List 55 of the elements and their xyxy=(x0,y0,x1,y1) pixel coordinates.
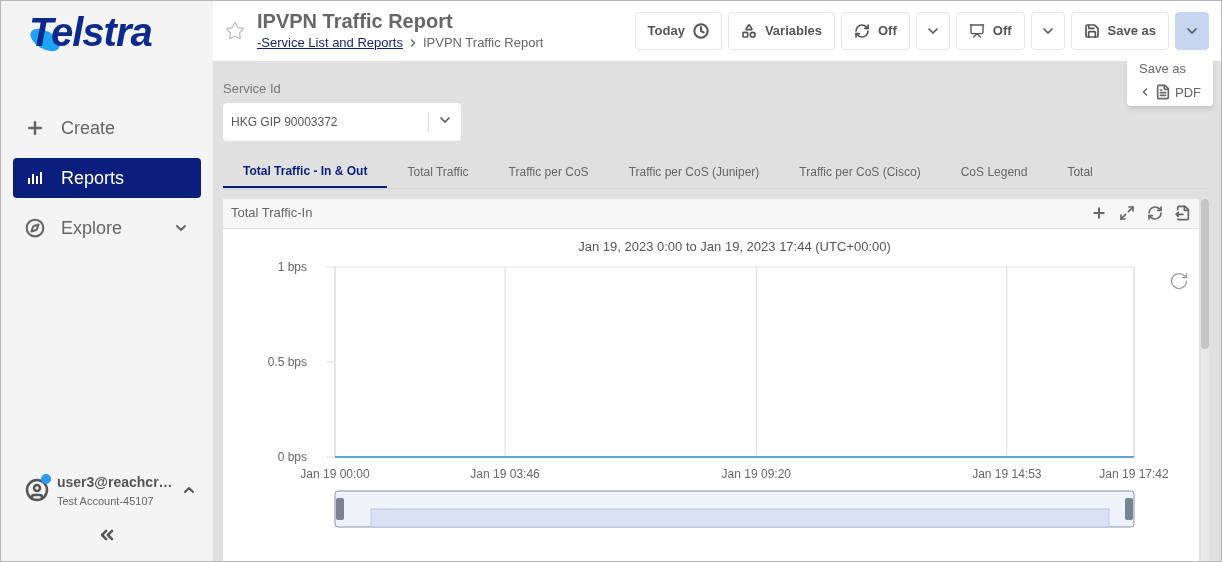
plus-icon xyxy=(25,118,45,138)
dropdown-button[interactable] xyxy=(1175,12,1209,50)
x-tick-label: Jan 19 03:46 xyxy=(470,466,540,481)
toolbar-button[interactable]: Off xyxy=(955,12,1025,50)
tab[interactable]: Traffic per CoS (Cisco) xyxy=(779,156,941,188)
page-title: IPVPN Traffic Report xyxy=(257,9,454,34)
nav-item[interactable]: Create xyxy=(13,108,201,148)
panel-title: Total Traffic-In xyxy=(231,204,314,223)
menu-item[interactable]: PDF xyxy=(1139,82,1201,102)
field-label: Service Id xyxy=(223,80,281,98)
tab[interactable]: Traffic per CoS (Juniper) xyxy=(608,156,780,188)
user-name: user3@reachcr… xyxy=(57,472,173,492)
toolbar-button[interactable]: Variables xyxy=(727,12,835,50)
add-icon[interactable] xyxy=(1091,205,1107,221)
breadcrumb-current: IPVPN Traffic Report xyxy=(422,34,544,53)
x-tick-label: Jan 19 00:00 xyxy=(300,466,370,481)
nav-item[interactable]: Reports xyxy=(13,158,201,198)
presentation-icon xyxy=(968,23,985,39)
dropdown-button[interactable] xyxy=(915,12,950,50)
toolbar-button[interactable]: Save as xyxy=(1070,12,1169,50)
logo: Telstra xyxy=(29,11,152,53)
x-tick-label: Jan 19 14:53 xyxy=(972,466,1042,481)
tab[interactable]: Total Traffic - In & Out xyxy=(223,156,388,188)
x-tick-label: Jan 19 09:20 xyxy=(721,466,791,481)
save-icon xyxy=(1083,23,1100,39)
y-tick-label: 0 bps xyxy=(277,449,307,464)
nav-item[interactable]: Explore xyxy=(13,208,201,248)
toolbar-button[interactable]: Today xyxy=(634,12,722,50)
breadcrumb-link[interactable]: -Service List and Reports xyxy=(257,33,403,53)
file-icon xyxy=(1155,84,1171,101)
clock-icon xyxy=(692,23,709,39)
y-tick-label: 1 bps xyxy=(277,259,307,274)
tab[interactable]: Total xyxy=(1047,156,1113,188)
tab[interactable]: CoS Legend xyxy=(940,156,1048,188)
y-tick-label: 0.5 bps xyxy=(267,354,307,369)
favorite-star-icon[interactable] xyxy=(225,21,245,41)
toolbar-button[interactable]: Off xyxy=(841,12,910,50)
scrollbar[interactable] xyxy=(1201,198,1209,561)
chart-title: Jan 19, 2023 0:00 to Jan 19, 2023 17:44 (UTC+00:00) xyxy=(578,238,891,254)
export-icon[interactable] xyxy=(1175,205,1191,221)
compass-icon xyxy=(25,218,45,238)
reload-icon[interactable] xyxy=(1169,270,1189,291)
refresh-icon[interactable] xyxy=(1147,205,1163,221)
expand-icon[interactable] xyxy=(1119,205,1135,221)
account-name: Test Account-45107 xyxy=(57,493,155,509)
bar-chart-icon xyxy=(28,172,42,184)
tab[interactable]: Traffic per CoS xyxy=(488,156,609,188)
dropdown-button[interactable] xyxy=(1030,12,1065,50)
service-select[interactable]: HKG GIP 90003372 xyxy=(223,102,461,141)
x-tick-label: Jan 19 17:42 xyxy=(1099,466,1169,481)
refresh-icon xyxy=(854,23,870,39)
menu-heading: Save as xyxy=(1139,60,1187,78)
tab[interactable]: Total Traffic xyxy=(387,156,489,188)
range-navigator[interactable] xyxy=(334,490,1135,527)
shapes-icon xyxy=(740,23,757,39)
